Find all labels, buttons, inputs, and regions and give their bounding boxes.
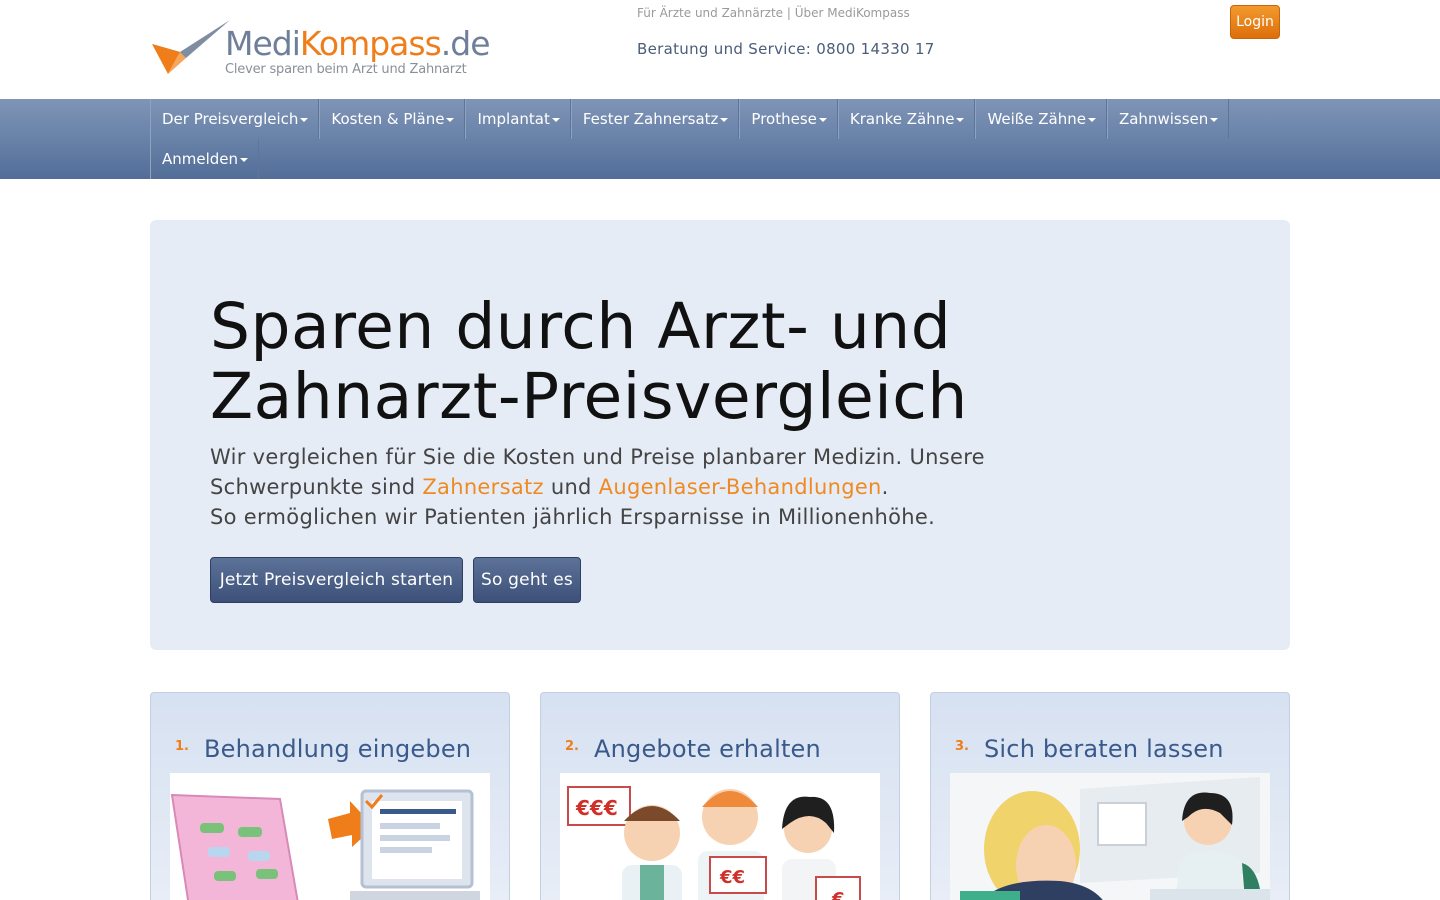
site-header: MediKompass.de Clever sparen beim Arzt u…	[0, 0, 1440, 99]
login-button[interactable]: Login	[1230, 5, 1280, 39]
main-nav: Der Preisvergleich Kosten & Pläne Implan…	[0, 99, 1440, 179]
caret-down-icon	[446, 118, 455, 122]
logo-tagline: Clever sparen beim Arzt und Zahnarzt	[225, 62, 467, 77]
hero-jumbotron: Sparen durch Arzt- und Zahnarzt-Preisver…	[150, 220, 1290, 650]
nav-item-zahnwissen[interactable]: Zahnwissen	[1106, 99, 1230, 139]
step-number: 2.	[565, 739, 579, 754]
caret-down-icon	[956, 118, 965, 122]
step-illustration-enter-treatment	[170, 773, 490, 900]
step-card-2: 2. Angebote erhalten €€€ €€ €	[540, 692, 900, 900]
caret-down-icon	[818, 118, 827, 122]
start-comparison-button[interactable]: Jetzt Preisvergleich starten	[210, 557, 463, 603]
site-logo[interactable]: MediKompass.de Clever sparen beim Arzt u…	[150, 18, 491, 80]
link-about[interactable]: Über MediKompass	[795, 6, 910, 20]
sign-text-3: €	[831, 889, 845, 900]
top-links: Für Ärzte und Zahnärzte | Über MediKompa…	[637, 6, 910, 20]
step-title[interactable]: Behandlung eingeben	[204, 735, 471, 763]
nav-item-prothese[interactable]: Prothese	[739, 99, 838, 139]
caret-down-icon	[1087, 118, 1096, 122]
nav-item-preisvergleich[interactable]: Der Preisvergleich	[150, 99, 320, 139]
step-title[interactable]: Angebote erhalten	[594, 735, 821, 763]
nav-item-kranke-zaehne[interactable]: Kranke Zähne	[837, 99, 976, 139]
link-augenlaser[interactable]: Augenlaser-Behandlungen	[599, 475, 882, 499]
nav-item-anmelden[interactable]: Anmelden	[150, 139, 260, 179]
step-number: 3.	[955, 739, 969, 754]
nav-item-weisse-zaehne[interactable]: Weiße Zähne	[975, 99, 1107, 139]
nav-item-implantat[interactable]: Implantat	[465, 99, 571, 139]
sign-text-1: €€€	[575, 796, 618, 820]
nav-item-kosten[interactable]: Kosten & Pläne	[319, 99, 466, 139]
logo-wordmark: MediKompass.de	[225, 24, 491, 63]
step-card-1: 1. Behandlung eingeben	[150, 692, 510, 900]
caret-down-icon	[551, 118, 560, 122]
link-separator: |	[783, 6, 795, 20]
sign-text-2: €€	[719, 867, 745, 888]
caret-down-icon	[240, 158, 249, 162]
caret-down-icon	[1210, 118, 1219, 122]
step-title[interactable]: Sich beraten lassen	[984, 735, 1224, 763]
step-illustration-receive-offers: €€€ €€ €	[560, 773, 880, 900]
link-for-doctors[interactable]: Für Ärzte und Zahnärzte	[637, 6, 783, 20]
step-illustration-get-advice	[950, 773, 1270, 900]
step-card-3: 3. Sich beraten lassen	[930, 692, 1290, 900]
compass-swoosh-icon	[152, 20, 230, 74]
link-zahnersatz[interactable]: Zahnersatz	[422, 475, 544, 499]
caret-down-icon	[300, 118, 309, 122]
hero-lead: Wir vergleichen für Sie die Kosten und P…	[210, 445, 985, 529]
step-number: 1.	[175, 739, 189, 754]
hero-title: Sparen durch Arzt- und Zahnarzt-Preisver…	[210, 290, 968, 433]
service-hotline: Beratung und Service: 0800 14330 17	[637, 40, 935, 58]
how-it-works-button[interactable]: So geht es	[473, 557, 581, 603]
nav-item-fester-zahnersatz[interactable]: Fester Zahnersatz	[570, 99, 740, 139]
caret-down-icon	[720, 118, 729, 122]
